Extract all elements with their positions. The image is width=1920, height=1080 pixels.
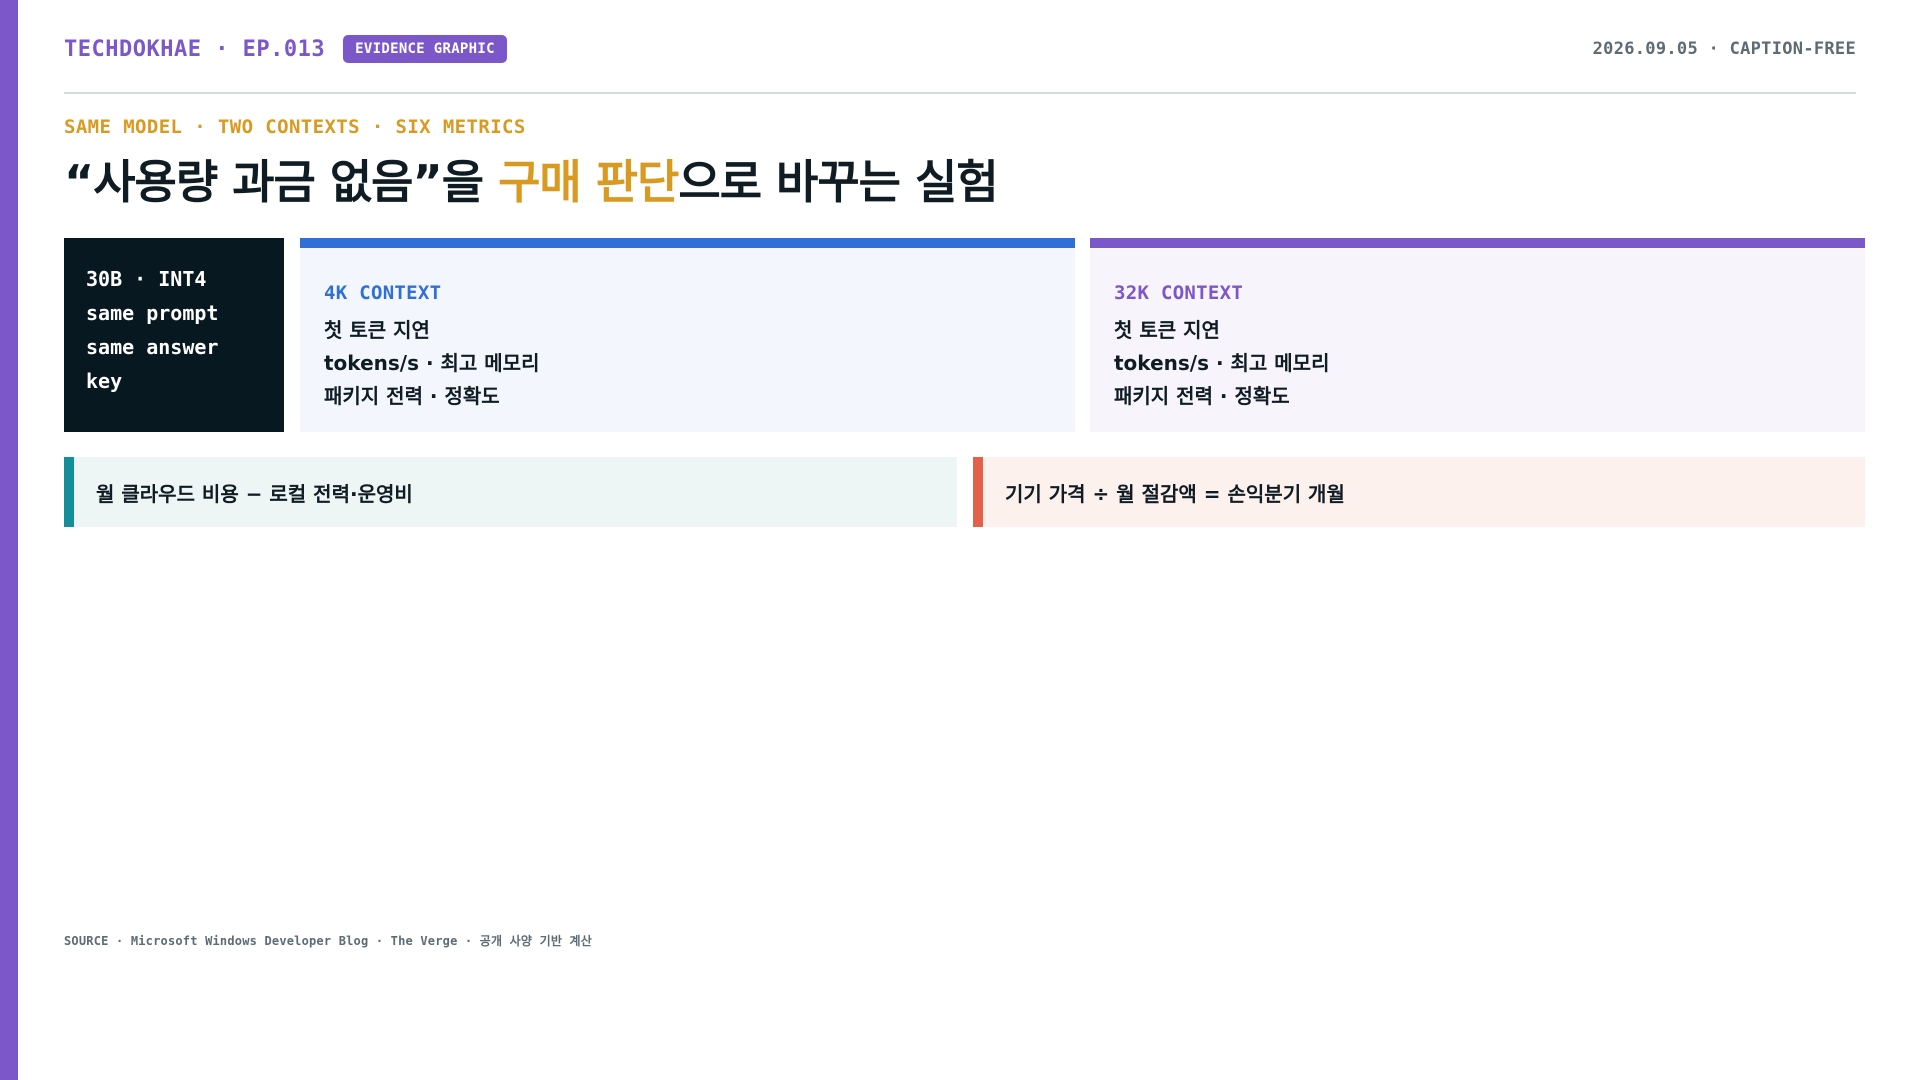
kicker: SAME MODEL · TWO CONTEXTS · SIX METRICS xyxy=(64,116,526,138)
metric-line: tokens/s · 최고 메모리 xyxy=(324,351,540,375)
headline-highlight: 구매 판단 xyxy=(498,155,679,209)
date-meta: 2026.09.05 · CAPTION-FREE xyxy=(1592,39,1856,59)
metric-line: 첫 토큰 지연 xyxy=(1114,318,1220,342)
model-spec-card: 30B · INT4 same prompt same answer key xyxy=(64,238,284,432)
header-divider xyxy=(64,92,1856,94)
spec-line: key xyxy=(86,369,123,393)
spec-line: 30B · INT4 xyxy=(86,267,207,291)
brand-episode: TECHDOKHAE · EP.013 xyxy=(64,36,326,62)
metric-line: 패키지 전력 · 정확도 xyxy=(324,384,500,408)
headline-part-1: “사용량 과금 없음”을 xyxy=(64,155,499,209)
header: TECHDOKHAE · EP.013 EVIDENCE GRAPHIC 202… xyxy=(64,34,1856,64)
headline-part-2: 으로 바꾸는 실험 xyxy=(678,155,998,209)
spec-line: same prompt xyxy=(86,301,219,325)
metric-line: 패키지 전력 · 정확도 xyxy=(1114,384,1290,408)
context-card-32k: 32K CONTEXT 첫 토큰 지연 tokens/s · 최고 메모리 패키… xyxy=(1090,238,1865,432)
breakeven-formula: 기기 가격 ÷ 월 절감액 = 손익분기 개월 xyxy=(973,457,1865,527)
metric-line: 첫 토큰 지연 xyxy=(324,318,430,342)
context-title: 4K CONTEXT xyxy=(324,282,442,304)
metric-line: tokens/s · 최고 메모리 xyxy=(1114,351,1330,375)
context-title: 32K CONTEXT xyxy=(1114,282,1244,304)
evidence-badge: EVIDENCE GRAPHIC xyxy=(343,35,507,63)
source-credit: SOURCE · Microsoft Windows Developer Blo… xyxy=(64,934,592,948)
spec-line: same answer xyxy=(86,335,219,359)
header-left: TECHDOKHAE · EP.013 EVIDENCE GRAPHIC xyxy=(64,35,507,63)
context-card-4k: 4K CONTEXT 첫 토큰 지연 tokens/s · 최고 메모리 패키지… xyxy=(300,238,1075,432)
headline: “사용량 과금 없음”을 구매 판단으로 바꾸는 실험 xyxy=(64,146,999,212)
monthly-savings-formula: 월 클라우드 비용 − 로컬 전력·운영비 xyxy=(64,457,957,527)
left-accent-bar xyxy=(0,0,18,1080)
